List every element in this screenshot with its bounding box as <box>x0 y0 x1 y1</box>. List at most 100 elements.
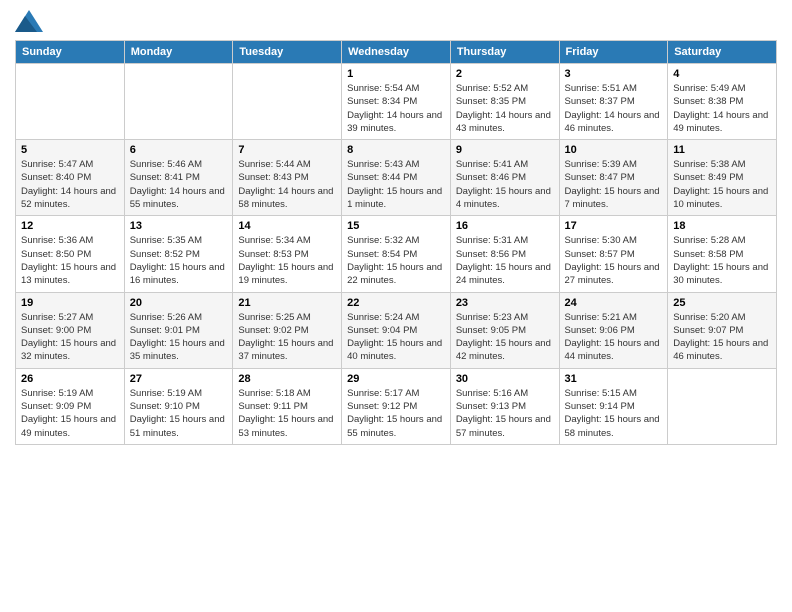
calendar-day-cell: 18Sunrise: 5:28 AMSunset: 8:58 PMDayligh… <box>668 216 777 292</box>
day-info: Sunrise: 5:30 AMSunset: 8:57 PMDaylight:… <box>565 234 663 287</box>
calendar-week-row: 26 Sunrise: 5:19 AMSunset: 9:09 PMDayligh… <box>16 368 777 444</box>
day-info: Sunrise: 5:54 AMSunset: 8:34 PMDaylight:… <box>347 82 445 135</box>
calendar-day-cell: 21 Sunrise: 5:25 AMSunset: 9:02 PMDayligh… <box>233 292 342 368</box>
day-number: 18 <box>673 220 771 232</box>
day-number: 20 <box>130 297 228 309</box>
weekday-header: Sunday <box>16 41 125 64</box>
calendar-day-cell: 2 Sunrise: 5:52 AMSunset: 8:35 PMDaylight… <box>450 64 559 140</box>
weekday-header-row: SundayMondayTuesdayWednesdayThursdayFrid… <box>16 41 777 64</box>
day-info: Sunrise: 5:34 AMSunset: 8:53 PMDaylight:… <box>238 234 336 287</box>
day-number: 2 <box>456 68 554 80</box>
calendar-day-cell: 15 Sunrise: 5:32 AMSunset: 8:54 PMDayligh… <box>342 216 451 292</box>
day-number: 13 <box>130 220 228 232</box>
day-info: Sunrise: 5:39 AMSunset: 8:47 PMDaylight:… <box>565 158 663 211</box>
day-info: Sunrise: 5:18 AMSunset: 9:11 PMDaylight:… <box>238 387 336 440</box>
calendar-week-row: 12 Sunrise: 5:36 AMSunset: 8:50 PMDayligh… <box>16 216 777 292</box>
weekday-header: Tuesday <box>233 41 342 64</box>
day-info: Sunrise: 5:25 AMSunset: 9:02 PMDaylight:… <box>238 311 336 364</box>
day-info: Sunrise: 5:24 AMSunset: 9:04 PMDaylight:… <box>347 311 445 364</box>
day-number: 31 <box>565 373 663 385</box>
day-info: Sunrise: 5:44 AMSunset: 8:43 PMDaylight:… <box>238 158 336 211</box>
day-info: Sunrise: 5:19 AMSunset: 9:09 PMDaylight:… <box>21 387 119 440</box>
logo <box>15 10 47 32</box>
day-info: Sunrise: 5:32 AMSunset: 8:54 PMDaylight:… <box>347 234 445 287</box>
day-number: 5 <box>21 144 119 156</box>
day-info: Sunrise: 5:17 AMSunset: 9:12 PMDaylight:… <box>347 387 445 440</box>
day-number: 23 <box>456 297 554 309</box>
calendar-day-cell: 27Sunrise: 5:19 AMSunset: 9:10 PMDayligh… <box>124 368 233 444</box>
day-number: 3 <box>565 68 663 80</box>
weekday-header: Saturday <box>668 41 777 64</box>
calendar-table: SundayMondayTuesdayWednesdayThursdayFrid… <box>15 40 777 445</box>
day-info: Sunrise: 5:31 AMSunset: 8:56 PMDaylight:… <box>456 234 554 287</box>
day-info: Sunrise: 5:16 AMSunset: 9:13 PMDaylight:… <box>456 387 554 440</box>
calendar-day-cell: 25 Sunrise: 5:20 AMSunset: 9:07 PMDayligh… <box>668 292 777 368</box>
calendar-day-cell: 9 Sunrise: 5:41 AMSunset: 8:46 PMDaylight… <box>450 140 559 216</box>
calendar-day-cell: 12 Sunrise: 5:36 AMSunset: 8:50 PMDayligh… <box>16 216 125 292</box>
day-number: 14 <box>238 220 336 232</box>
day-number: 11 <box>673 144 771 156</box>
calendar-day-cell: 22 Sunrise: 5:24 AMSunset: 9:04 PMDayligh… <box>342 292 451 368</box>
calendar-day-cell: 5 Sunrise: 5:47 AMSunset: 8:40 PMDaylight… <box>16 140 125 216</box>
calendar-week-row: 1Sunrise: 5:54 AMSunset: 8:34 PMDaylight… <box>16 64 777 140</box>
calendar-day-cell: 8 Sunrise: 5:43 AMSunset: 8:44 PMDaylight… <box>342 140 451 216</box>
day-info: Sunrise: 5:41 AMSunset: 8:46 PMDaylight:… <box>456 158 554 211</box>
day-number: 12 <box>21 220 119 232</box>
calendar-day-cell: 19 Sunrise: 5:27 AMSunset: 9:00 PMDayligh… <box>16 292 125 368</box>
calendar-day-cell: 31 Sunrise: 5:15 AMSunset: 9:14 PMDayligh… <box>559 368 668 444</box>
calendar-day-cell: 1Sunrise: 5:54 AMSunset: 8:34 PMDaylight… <box>342 64 451 140</box>
day-number: 30 <box>456 373 554 385</box>
day-info: Sunrise: 5:38 AMSunset: 8:49 PMDaylight:… <box>673 158 771 211</box>
header <box>15 10 777 32</box>
calendar-day-cell: 16 Sunrise: 5:31 AMSunset: 8:56 PMDayligh… <box>450 216 559 292</box>
day-number: 6 <box>130 144 228 156</box>
weekday-header: Thursday <box>450 41 559 64</box>
calendar-day-cell: 6 Sunrise: 5:46 AMSunset: 8:41 PMDaylight… <box>124 140 233 216</box>
logo-icon <box>15 10 43 32</box>
day-number: 19 <box>21 297 119 309</box>
day-info: Sunrise: 5:51 AMSunset: 8:37 PMDaylight:… <box>565 82 663 135</box>
day-number: 16 <box>456 220 554 232</box>
day-info: Sunrise: 5:21 AMSunset: 9:06 PMDaylight:… <box>565 311 663 364</box>
calendar-day-cell: 29 Sunrise: 5:17 AMSunset: 9:12 PMDayligh… <box>342 368 451 444</box>
day-number: 15 <box>347 220 445 232</box>
day-number: 21 <box>238 297 336 309</box>
day-info: Sunrise: 5:15 AMSunset: 9:14 PMDaylight:… <box>565 387 663 440</box>
day-number: 8 <box>347 144 445 156</box>
calendar-day-cell <box>668 368 777 444</box>
calendar-day-cell: 4 Sunrise: 5:49 AMSunset: 8:38 PMDaylight… <box>668 64 777 140</box>
day-number: 22 <box>347 297 445 309</box>
day-number: 25 <box>673 297 771 309</box>
day-number: 24 <box>565 297 663 309</box>
day-number: 9 <box>456 144 554 156</box>
day-number: 4 <box>673 68 771 80</box>
day-info: Sunrise: 5:27 AMSunset: 9:00 PMDaylight:… <box>21 311 119 364</box>
day-info: Sunrise: 5:20 AMSunset: 9:07 PMDaylight:… <box>673 311 771 364</box>
day-number: 28 <box>238 373 336 385</box>
calendar-day-cell <box>124 64 233 140</box>
weekday-header: Wednesday <box>342 41 451 64</box>
calendar-day-cell <box>233 64 342 140</box>
day-number: 26 <box>21 373 119 385</box>
calendar-day-cell: 11 Sunrise: 5:38 AMSunset: 8:49 PMDayligh… <box>668 140 777 216</box>
day-info: Sunrise: 5:36 AMSunset: 8:50 PMDaylight:… <box>21 234 119 287</box>
calendar-day-cell: 17Sunrise: 5:30 AMSunset: 8:57 PMDayligh… <box>559 216 668 292</box>
day-info: Sunrise: 5:26 AMSunset: 9:01 PMDaylight:… <box>130 311 228 364</box>
calendar-day-cell: 10 Sunrise: 5:39 AMSunset: 8:47 PMDayligh… <box>559 140 668 216</box>
day-info: Sunrise: 5:46 AMSunset: 8:41 PMDaylight:… <box>130 158 228 211</box>
calendar-day-cell <box>16 64 125 140</box>
day-info: Sunrise: 5:19 AMSunset: 9:10 PMDaylight:… <box>130 387 228 440</box>
calendar-day-cell: 14 Sunrise: 5:34 AMSunset: 8:53 PMDayligh… <box>233 216 342 292</box>
day-info: Sunrise: 5:43 AMSunset: 8:44 PMDaylight:… <box>347 158 445 211</box>
calendar-week-row: 19 Sunrise: 5:27 AMSunset: 9:00 PMDayligh… <box>16 292 777 368</box>
day-info: Sunrise: 5:23 AMSunset: 9:05 PMDaylight:… <box>456 311 554 364</box>
day-info: Sunrise: 5:47 AMSunset: 8:40 PMDaylight:… <box>21 158 119 211</box>
weekday-header: Monday <box>124 41 233 64</box>
day-number: 29 <box>347 373 445 385</box>
calendar-week-row: 5 Sunrise: 5:47 AMSunset: 8:40 PMDaylight… <box>16 140 777 216</box>
day-number: 10 <box>565 144 663 156</box>
day-info: Sunrise: 5:49 AMSunset: 8:38 PMDaylight:… <box>673 82 771 135</box>
weekday-header: Friday <box>559 41 668 64</box>
day-info: Sunrise: 5:35 AMSunset: 8:52 PMDaylight:… <box>130 234 228 287</box>
day-info: Sunrise: 5:52 AMSunset: 8:35 PMDaylight:… <box>456 82 554 135</box>
